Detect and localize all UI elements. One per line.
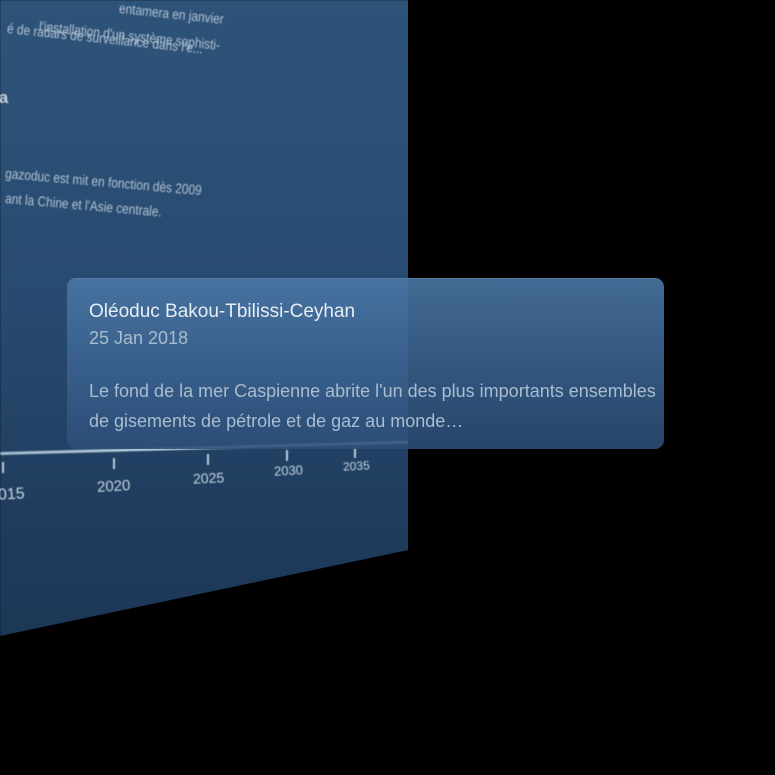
panel-text-line: entamera en janvier: [118, 0, 225, 27]
timeline-tick-label: 2020: [96, 477, 131, 496]
timeline-tick: [286, 450, 288, 461]
event-title: Oléoduc Bakou-Tbilissi-Ceyhan: [89, 301, 356, 322]
event-date: 25 Jan 2018: [89, 328, 189, 348]
panel-heading: ia: [0, 88, 9, 107]
event-tooltip-card[interactable]: Oléoduc Bakou-Tbilissi-Ceyhan 25 Jan 201…: [67, 278, 664, 449]
timeline-tick-label: 2025: [192, 469, 225, 487]
timeline-tick: [113, 458, 115, 469]
event-description: Le fond de la mer Caspienne abrite l'un …: [89, 381, 656, 431]
timeline-tick-label: 015: [0, 485, 26, 504]
timeline-tick: [207, 454, 209, 465]
timeline-tick-label: 2035: [342, 458, 371, 474]
panel-text-line: ant la Chine et l'Asie centrale.: [4, 190, 163, 220]
timeline-tick-label: 2030: [273, 462, 304, 479]
timeline-tick: [2, 462, 4, 473]
